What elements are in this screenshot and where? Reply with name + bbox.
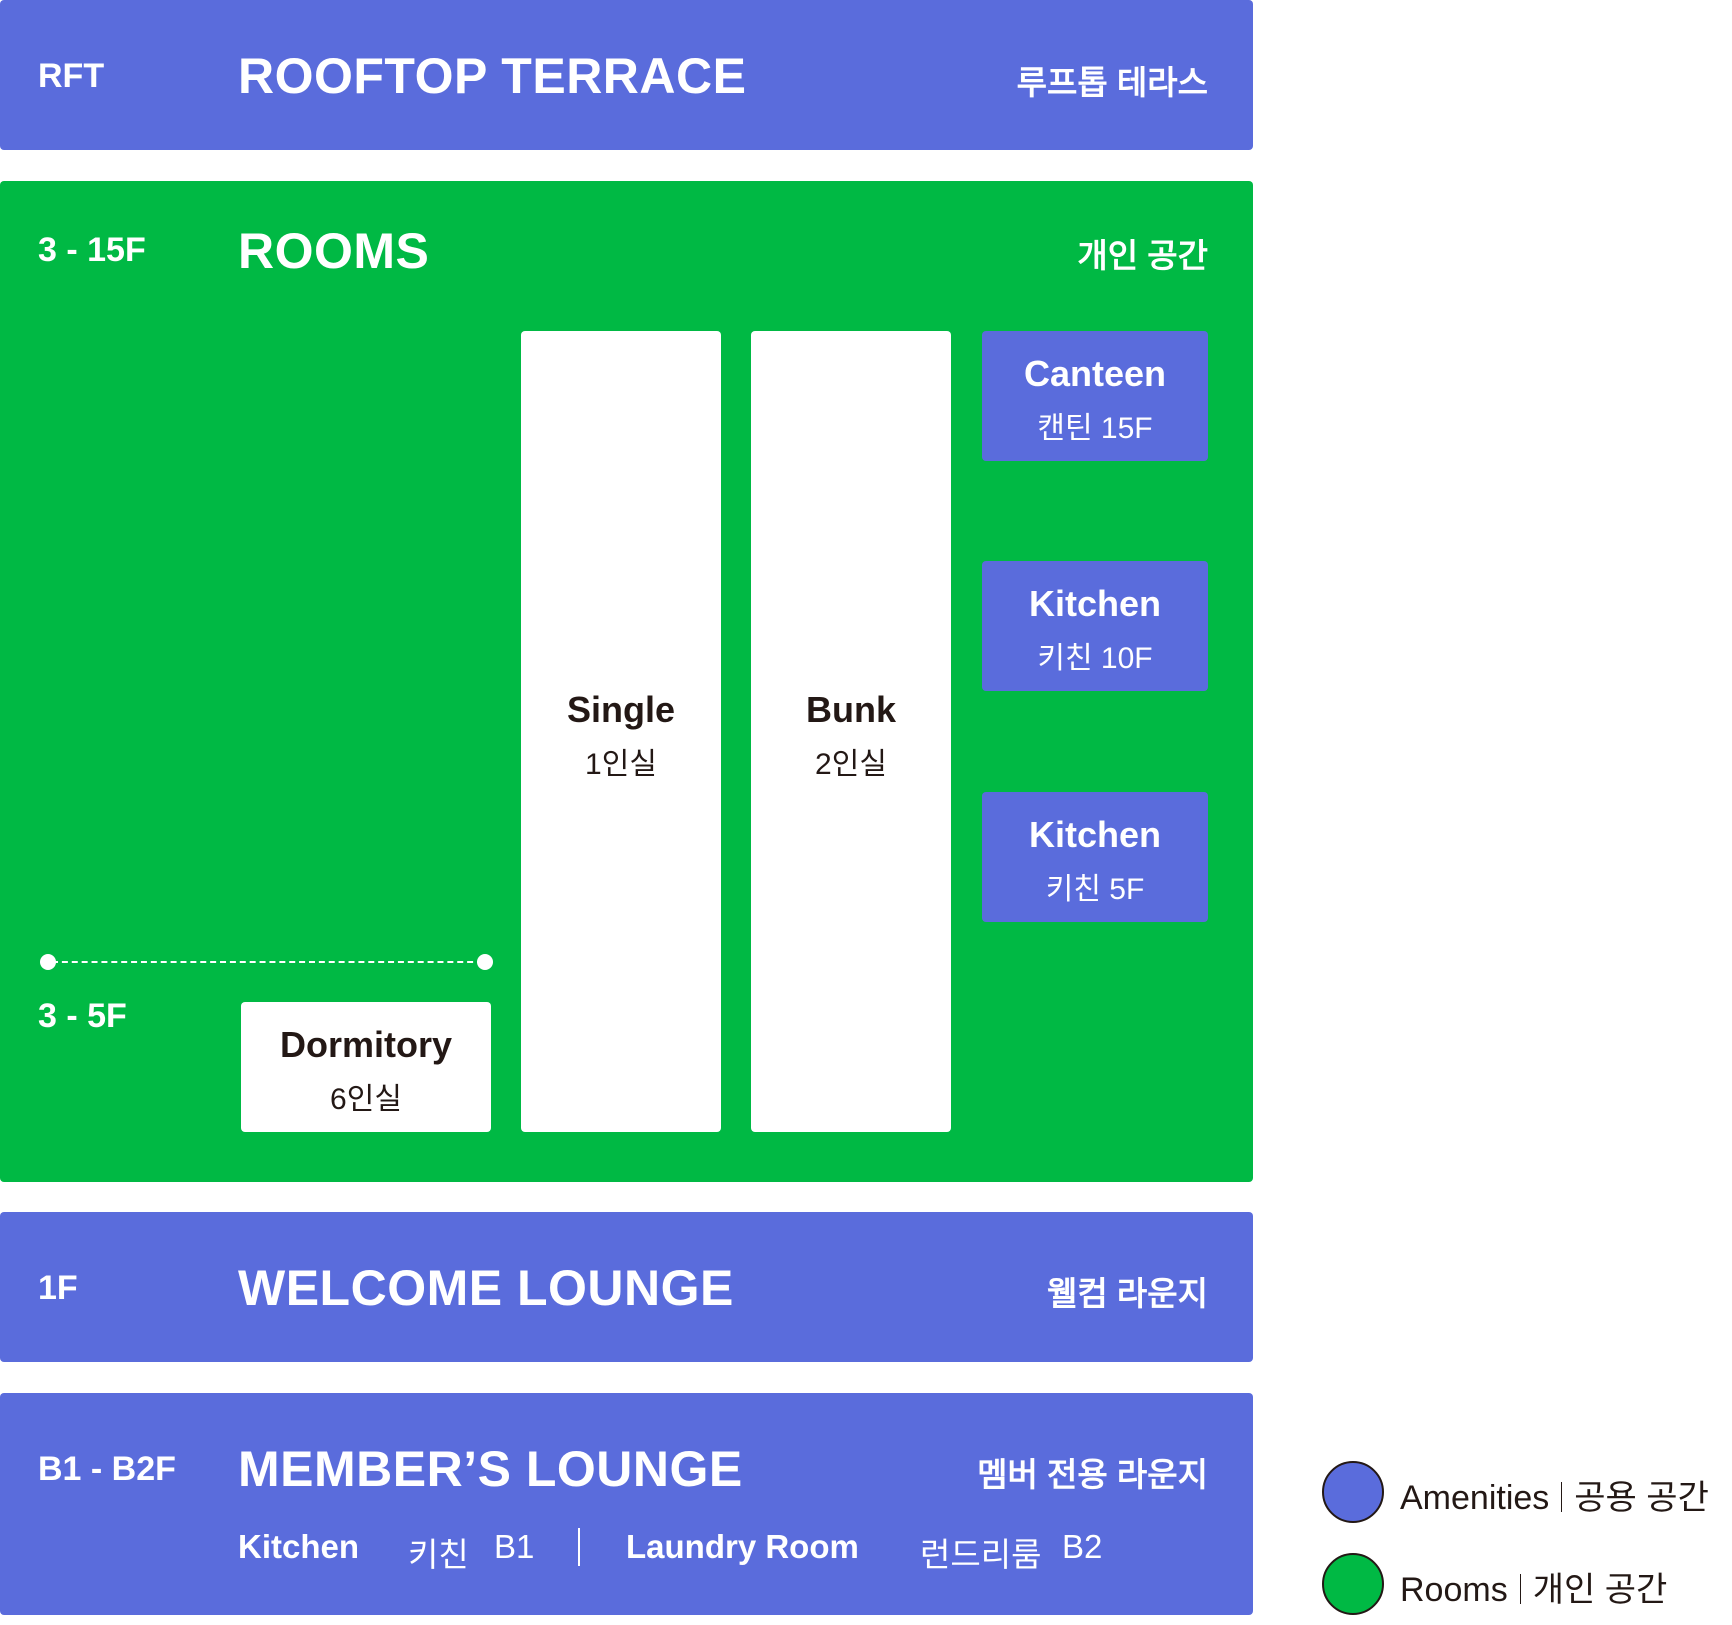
- legend-amenities-en: Amenities: [1400, 1479, 1550, 1517]
- member-kitchen-korean: 키친: [408, 1536, 469, 1573]
- room-single: Single 1인실: [521, 331, 721, 1132]
- amenity-name: Kitchen: [1028, 583, 1161, 624]
- amenity-name: Canteen: [1023, 353, 1167, 394]
- band-title: WELCOME LOUNGE: [238, 1260, 734, 1316]
- legend-rooms-label: Rooms 개인 공간: [1400, 1562, 1667, 1611]
- band-title: ROOFTOP TERRACE: [238, 48, 747, 104]
- band-korean-label: 개인 공간: [1077, 237, 1208, 274]
- legend-rooms-swatch: [1322, 1553, 1384, 1615]
- amenity-name: Kitchen: [1028, 814, 1161, 855]
- member-laundry-korean: 런드리룸: [920, 1536, 1042, 1573]
- band-korean-label: 멤버 전용 라운지: [977, 1456, 1208, 1493]
- amenity-kitchen-10f: Kitchen 키친 10F: [982, 561, 1208, 691]
- amenity-floor: 캔틴 15F: [1037, 412, 1153, 445]
- room-capacity: 1인실: [585, 748, 657, 781]
- room-name: Single: [566, 689, 676, 730]
- member-laundry-name: Laundry Room: [626, 1528, 859, 1565]
- divider-dot-right: [477, 954, 493, 970]
- legend-amenities-kr: 공용 공간: [1574, 1479, 1709, 1517]
- floor-label: 3 - 15F: [38, 231, 146, 269]
- members-lounge-band: B1 - B2F MEMBER’S LOUNGE 멤버 전용 라운지: [0, 1393, 1253, 1615]
- floor-label: 1F: [38, 1269, 78, 1307]
- welcome-lounge-band: 1F WELCOME LOUNGE 웰컴 라운지: [0, 1212, 1253, 1362]
- room-capacity: 6인실: [330, 1083, 402, 1116]
- room-capacity: 2인실: [815, 748, 887, 781]
- band-title: ROOMS: [238, 223, 430, 279]
- divider-dot-left: [40, 954, 56, 970]
- band-korean-label: 웰컴 라운지: [1047, 1275, 1208, 1312]
- member-laundry-floor: B2: [1062, 1528, 1103, 1565]
- band-korean-label: 루프톱 테라스: [1016, 64, 1208, 101]
- legend-separator: [1519, 1574, 1521, 1604]
- sub-floor-label: 3 - 5F: [38, 997, 127, 1035]
- room-name: Dormitory: [279, 1024, 453, 1065]
- room-name: Bunk: [806, 689, 896, 730]
- legend-rooms-en: Rooms: [1400, 1571, 1508, 1609]
- floor-label: B1 - B2F: [38, 1450, 176, 1488]
- member-items-separator: [578, 1528, 580, 1566]
- rooftop-terrace-band: RFT ROOFTOP TERRACE 루프톱 테라스: [0, 0, 1253, 150]
- legend-amenities-label: Amenities 공용 공간: [1400, 1470, 1709, 1519]
- amenity-floor: 키친 5F: [1045, 873, 1145, 906]
- room-dormitory: Dormitory 6인실: [241, 1002, 491, 1132]
- amenity-floor: 키친 10F: [1037, 642, 1153, 675]
- room-bunk: Bunk 2인실: [751, 331, 951, 1132]
- band-title: MEMBER’S LOUNGE: [238, 1441, 743, 1497]
- member-kitchen-name: Kitchen: [238, 1528, 360, 1565]
- floor-label: RFT: [38, 57, 105, 95]
- amenity-canteen: Canteen 캔틴 15F: [982, 331, 1208, 461]
- legend-rooms-kr: 개인 공간: [1532, 1571, 1668, 1609]
- floor-divider-line: [52, 961, 483, 963]
- amenity-kitchen-5f: Kitchen 키친 5F: [982, 792, 1208, 922]
- legend-amenities-swatch: [1322, 1461, 1384, 1523]
- member-kitchen-floor: B1: [494, 1528, 535, 1565]
- legend-separator: [1561, 1482, 1563, 1512]
